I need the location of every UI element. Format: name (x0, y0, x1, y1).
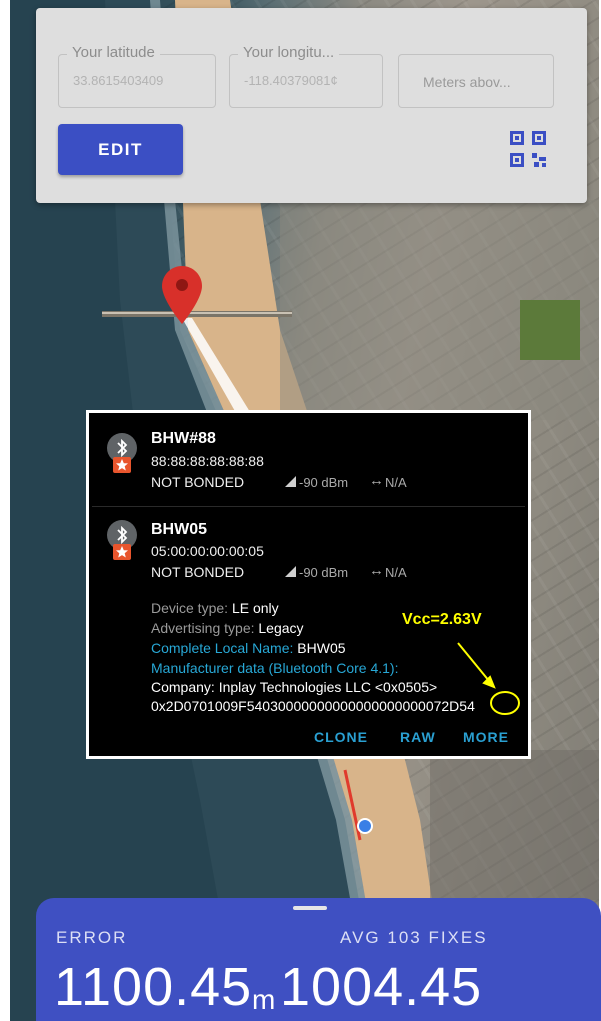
company-info: Company: Inplay Technologies LLC <0x0505… (151, 679, 438, 695)
altitude-placeholder: Meters abov... (423, 74, 511, 90)
unit-label: m (252, 984, 276, 1015)
device-row[interactable]: BHW#88 88:88:88:88:88:88 NOT BONDED -90 … (89, 413, 528, 506)
longitude-label: Your longitu... (238, 44, 340, 61)
range-arrows-icon: ↔ (369, 472, 384, 489)
ble-scan-results-panel: BHW#88 88:88:88:88:88:88 NOT BONDED -90 … (86, 410, 531, 759)
latitude-value: 33.8615403409 (73, 73, 164, 88)
signal-icon (285, 476, 296, 487)
device-type-label: Device type: (151, 600, 232, 616)
advertising-type-label: Advertising type: (151, 620, 259, 636)
bluetooth-icon (107, 433, 137, 475)
device-mac: 05:00:00:00:00:05 (151, 543, 264, 559)
more-button[interactable]: MORE (463, 729, 509, 745)
range-value: N/A (385, 475, 407, 490)
longitude-field[interactable]: Your longitu... -118.40379081¢ (229, 44, 383, 108)
voltage-annotation: Vcc=2.63V (402, 611, 482, 628)
average-label: AVG 103 FIXES (340, 928, 488, 947)
local-name-label: Complete Local Name: (151, 640, 298, 656)
star-icon (113, 457, 131, 473)
rssi-value: -90 dBm (299, 475, 349, 490)
bond-status: NOT BONDED (151, 564, 245, 580)
range-value: N/A (385, 565, 407, 580)
drag-handle[interactable] (293, 906, 327, 910)
local-name-value: BHW05 (297, 640, 346, 656)
map-pin-icon[interactable] (162, 266, 202, 324)
star-icon (113, 544, 131, 560)
error-value: 1100.45 (54, 957, 253, 1017)
device-mac: 88:88:88:88:88:88 (151, 453, 264, 469)
location-input-card: Your latitude 33.8615403409 Your longitu… (36, 8, 587, 203)
latitude-label: Your latitude (67, 44, 160, 61)
error-label: ERROR (56, 928, 128, 947)
altitude-field[interactable]: Meters abov... (398, 54, 554, 108)
range-arrows-icon: ↔ (369, 562, 384, 579)
longitude-value: -118.40379081¢ (244, 73, 338, 88)
device-type-row: Device type: LE only (151, 600, 279, 616)
device-name: BHW05 (151, 521, 208, 538)
rssi-value: -90 dBm (299, 565, 349, 580)
location-dot-icon (357, 818, 373, 834)
raw-button[interactable]: RAW (400, 729, 436, 745)
clone-button[interactable]: CLONE (314, 729, 368, 745)
edit-button[interactable]: EDIT (58, 124, 183, 175)
bond-status: NOT BONDED (151, 474, 245, 490)
local-name-row: Complete Local Name: BHW05 (151, 640, 346, 656)
latitude-field[interactable]: Your latitude 33.8615403409 (58, 44, 216, 108)
bluetooth-icon (107, 520, 137, 562)
device-name: BHW#88 (151, 430, 216, 447)
advertising-type-value: Legacy (258, 620, 304, 636)
device-type-value: LE only (231, 600, 279, 616)
raw-manufacturer-data: 0x2D0701009F54030000000000000000000072D5… (151, 698, 475, 714)
signal-icon (285, 566, 296, 577)
qr-code-icon[interactable] (508, 129, 548, 169)
average-value: 1004.45 (280, 957, 483, 1017)
accuracy-stats-panel[interactable]: ERROR AVG 103 FIXES 1100.45 m 1004.45 (36, 898, 601, 1021)
manufacturer-data-label: Manufacturer data (Bluetooth Core 4.1): (151, 660, 399, 676)
advertising-type-row: Advertising type: Legacy (151, 620, 304, 636)
